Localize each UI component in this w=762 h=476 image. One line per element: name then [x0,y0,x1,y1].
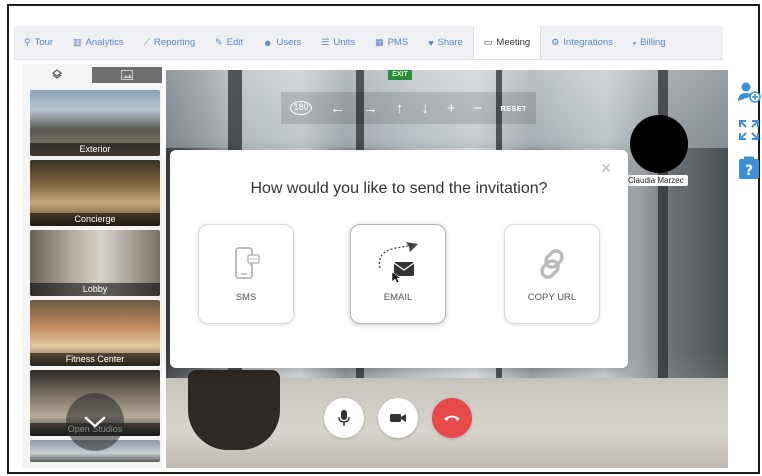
gear-icon: ⚙ [551,37,560,47]
tab-label: Users [276,37,302,48]
sidebar-tab-photos[interactable] [92,67,162,83]
tab-analytics[interactable]: ▥ Analytics [63,26,134,59]
camera-button[interactable] [378,398,418,438]
email-send-icon [378,242,418,282]
arrow-down-icon[interactable]: ↓ [421,100,429,117]
modal-title: How would you like to send the invitatio… [250,180,548,197]
tab-label: Billing [640,37,666,48]
link-icon [540,249,564,279]
add-user-icon [738,82,761,103]
tab-label: PMS [387,37,409,48]
sidebar-view-toggle [22,64,162,86]
phone-sms-icon [235,247,260,279]
tab-users[interactable]: ☻ Users [253,26,311,59]
line-chart-icon: ⟋ [143,37,150,47]
tab-label: Units [333,37,356,48]
option-label: SMS [235,292,257,303]
pencil-icon: ✎ [215,37,223,47]
scene-label: Exterior [30,143,160,156]
copy-url-option[interactable]: COPY URL [504,224,600,324]
tab-label: Share [437,37,463,48]
scene-thumbnail-exterior[interactable]: Exterior [30,90,160,156]
arrow-right-icon[interactable]: → [363,100,378,117]
list-icon: ☰ [321,37,330,47]
microphone-button[interactable] [324,398,364,438]
tab-label: Analytics [85,37,124,48]
image-icon [121,70,133,80]
fullscreen-button[interactable] [737,118,761,142]
tab-share[interactable]: ♥ Share [418,26,473,59]
bar-chart-icon: ▥ [73,37,82,47]
lock-icon: ▪ [632,37,637,48]
tab-meeting[interactable]: ▭ Meeting [472,26,542,59]
send-sms-option[interactable]: SMS [198,224,294,324]
scene-label: Concierge [30,213,160,226]
microphone-icon [338,410,350,426]
tab-edit[interactable]: ✎ Edit [205,26,253,59]
scene-thumbnail-fitness-center[interactable]: Fitness Center [30,300,160,366]
hang-up-button[interactable] [432,398,472,438]
chevron-down-icon [84,416,106,428]
scene-label: Lobby [30,283,160,296]
call-controls [324,398,472,438]
panorama-icon [52,69,62,79]
right-toolbar: ? [736,80,762,180]
scene-thumbnail-lobby[interactable]: Lobby [30,230,160,296]
participant-video-tile [630,115,688,173]
scene-label: Fitness Center [30,353,160,366]
tab-label: Edit [226,37,244,48]
monitor-icon: ▭ [483,37,493,47]
viewer-nav-controls: 180 ← → ↑ ↓ + − RESET [281,92,536,124]
heart-icon: ♥ [428,37,434,48]
video-camera-icon [390,414,406,422]
option-label: COPY URL [527,292,577,303]
add-participant-button[interactable] [737,80,761,104]
scene-thumbnail-concierge[interactable]: Concierge [30,160,160,226]
pin-icon: ⚲ [24,37,31,47]
participant-name-tag: Claudia Marzec [624,175,688,186]
expand-icon [739,120,759,140]
help-button[interactable]: ? [737,156,761,180]
sidebar-tab-360[interactable] [22,67,92,83]
tab-integrations[interactable]: ⚙ Integrations [541,26,623,59]
close-icon[interactable]: ✕ [600,160,612,177]
building-icon: ▦ [375,37,384,47]
svg-text:?: ? [745,163,753,179]
arrow-up-icon[interactable]: ↑ [396,100,404,117]
tab-label: Reporting [153,37,196,48]
users-icon: ☻ [263,37,273,48]
exit-sign: EXIT [388,70,412,80]
arrow-left-icon[interactable]: ← [330,100,345,117]
tab-label: Integrations [563,37,613,48]
decorative-vase [188,370,280,450]
question-icon: ? [739,156,759,179]
zoom-in-icon[interactable]: + [447,100,456,117]
option-label: EMAIL [383,292,413,303]
sidebar-scroll-down-button[interactable] [66,393,124,451]
tab-reporting[interactable]: ⟋ Reporting [134,26,206,59]
invitation-modal: ✕ How would you like to send the invitat… [170,150,628,368]
top-tab-bar: ⚲ Tour ▥ Analytics ⟋ Reporting ✎ Edit ☻ Users… [14,26,723,60]
tab-tour[interactable]: ⚲ Tour [14,26,63,59]
tab-label: Meeting [496,37,531,48]
zoom-out-icon[interactable]: − [474,100,483,117]
tab-label: Tour [34,37,54,48]
phone-hangup-icon [444,415,460,421]
tab-pms[interactable]: ▦ PMS [365,26,418,59]
rotate-180-button[interactable]: 180 [289,101,312,115]
send-email-option[interactable]: EMAIL [350,224,446,324]
tab-units[interactable]: ☰ Units [311,26,365,59]
tab-billing[interactable]: ▪ Billing [623,26,676,59]
reset-button[interactable]: RESET [500,104,527,113]
